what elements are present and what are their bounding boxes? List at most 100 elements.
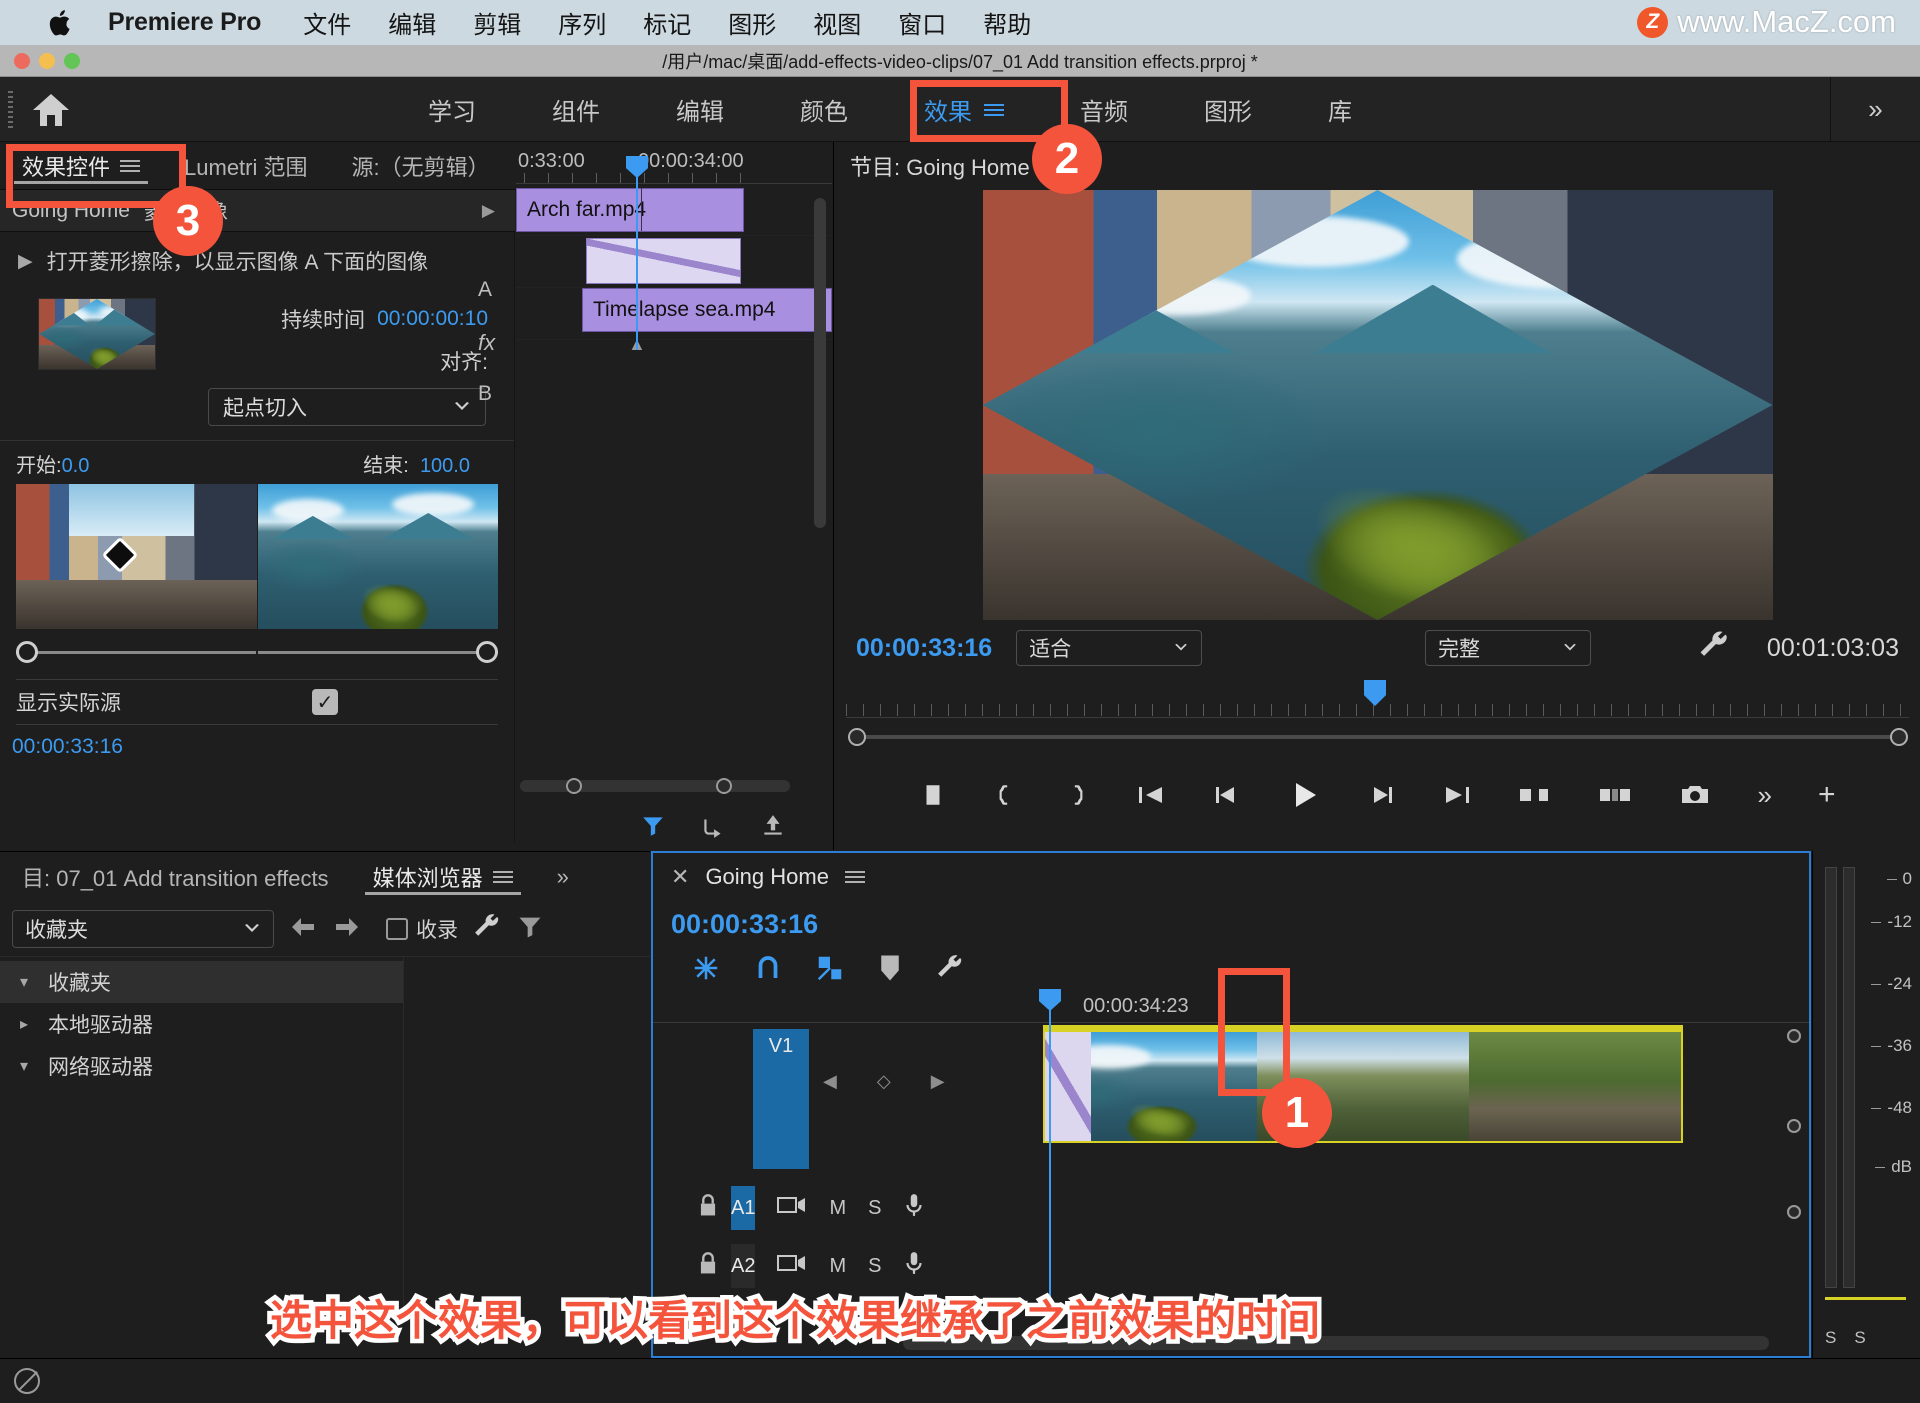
playback-resolution-select[interactable]: 完整 [1425,630,1591,666]
panel-grip-icon[interactable] [8,91,13,129]
media-browser-file-list[interactable] [404,957,650,1316]
meter-solo-left[interactable]: S [1825,1328,1836,1348]
close-icon[interactable]: ✕ [671,864,689,890]
workspace-tab-color[interactable]: 颜色 [762,77,886,142]
track-output-icon[interactable] [777,1252,807,1280]
settings-wrench-icon[interactable] [1697,629,1731,668]
extract-icon[interactable] [1598,781,1632,809]
apple-logo-icon[interactable] [48,8,74,38]
more-icon[interactable]: » [1758,780,1772,811]
show-actual-sources-row[interactable]: 显示实际源 ✓ [16,679,498,725]
mark-in-out-icon[interactable] [920,781,946,809]
prev-keyframe-icon[interactable]: ◀ [823,1071,837,1092]
program-monitor-tab-label[interactable]: 节目: Going Home [850,150,1030,182]
tab-project[interactable]: 目: 07_01 Add transition effects [0,853,351,901]
play-icon[interactable] [1288,779,1320,811]
snap-icon[interactable] [753,953,783,988]
tree-item-favorites[interactable]: ▾ 收藏夹 [0,961,403,1003]
tab-media-browser[interactable]: 媒体浏览器 [351,853,535,901]
ingest-checkbox[interactable] [386,918,408,940]
timeline-ruler[interactable]: 00:00:34:23 [653,993,1809,1023]
timeline-sequence-name[interactable]: Going Home [705,864,829,890]
workspace-overflow-button[interactable]: » [1830,77,1920,142]
hamburger-icon[interactable] [120,157,141,175]
hamburger-icon[interactable] [492,868,513,886]
menu-item-window[interactable]: 窗口 [898,5,946,40]
marker-icon[interactable] [877,953,903,988]
arrow-left-icon[interactable] [288,914,318,945]
align-select[interactable]: 起点切入 [208,388,486,426]
tree-item-local-drives[interactable]: ▸ 本地驱动器 [0,1003,403,1045]
linked-selection-icon[interactable] [815,953,845,988]
chevron-right-icon[interactable]: ▸ [20,1014,34,1034]
tab-source-monitor[interactable]: 源:（无剪辑） [330,142,512,190]
meter-solo-right[interactable]: S [1854,1328,1865,1348]
end-preview-thumbnail[interactable] [257,484,498,629]
hamburger-icon[interactable] [844,868,865,886]
menu-item-sequence[interactable]: 序列 [558,5,606,40]
filter-icon[interactable] [640,813,666,844]
lift-icon[interactable] [1518,781,1552,809]
track-solo-button[interactable]: S [868,1255,881,1278]
ingest-checkbox-group[interactable]: 收录 [386,914,458,944]
menu-item-help[interactable]: 帮助 [983,5,1031,40]
go-to-in-icon[interactable] [1136,781,1166,809]
tree-item-network-drives[interactable]: ▾ 网络驱动器 [0,1045,403,1087]
workspace-tab-effects[interactable]: 效果 [886,77,1042,142]
workspace-tab-assembly[interactable]: 组件 [514,77,638,142]
effect-controls-timecode[interactable]: 00:00:33:16 [0,725,514,759]
menu-item-file[interactable]: 文件 [303,5,351,40]
mini-transition-block[interactable] [586,238,741,284]
start-preview-thumbnail[interactable] [16,484,257,629]
lock-icon[interactable] [697,1251,719,1282]
menu-item-view[interactable]: 视图 [813,5,861,40]
duration-value[interactable]: 00:00:00:10 [377,307,488,331]
app-name[interactable]: Premiere Pro [108,8,261,37]
track-solo-button[interactable]: S [868,1197,881,1220]
workspace-tab-libraries[interactable]: 库 [1290,77,1390,142]
home-icon[interactable] [30,89,72,131]
timeline-video-clip[interactable] [1043,1025,1683,1143]
hamburger-icon[interactable] [984,101,1004,119]
track-output-icon[interactable] [777,1194,807,1222]
mini-timeline-horizontal-scrollbar[interactable] [520,778,790,794]
workspace-tab-editing[interactable]: 编辑 [638,77,762,142]
end-field[interactable]: 结束: 100.0 [363,449,470,478]
media-browser-overflow[interactable]: » [535,853,591,901]
track-header-v1[interactable]: V1 [753,1029,809,1169]
program-monitor-canvas[interactable] [834,190,1920,620]
track-header-a1[interactable]: A1 M S [653,1179,923,1237]
mini-playhead[interactable] [636,170,638,350]
plus-icon[interactable]: + [1818,778,1836,812]
start-slider[interactable] [16,635,256,669]
zoom-level-select[interactable]: 适合 [1016,630,1203,666]
disclosure-triangle-icon[interactable]: ▶ [18,250,33,273]
program-duration-timecode[interactable]: 00:01:03:03 [1767,634,1899,663]
workspace-tabs[interactable]: 学习 组件 编辑 颜色 效果 音频 图形 库 [390,77,1390,142]
filter-icon[interactable] [516,913,544,946]
slider-knob[interactable] [16,641,38,663]
timeline-transition-block[interactable] [1045,1032,1091,1141]
slider-knob[interactable] [476,641,498,663]
chevron-right-icon[interactable]: ▶ [482,201,495,221]
show-actual-sources-checkbox[interactable]: ✓ [312,689,338,715]
step-forward-icon[interactable] [1366,781,1396,809]
menu-item-edit[interactable]: 编辑 [388,5,436,40]
track-mute-button[interactable]: M [829,1197,846,1220]
mini-timeline-vertical-scrollbar[interactable] [814,198,826,528]
timeline-playhead-timecode[interactable]: 00:00:33:16 [671,909,818,940]
export-frame-icon[interactable] [760,813,786,844]
workspace-tab-graphics[interactable]: 图形 [1166,77,1290,142]
start-field[interactable]: 开始:0.0 [16,449,89,478]
mark-out-icon[interactable] [1064,781,1090,809]
camera-icon[interactable] [1678,780,1712,810]
lock-icon[interactable] [697,1193,719,1224]
end-slider[interactable] [258,635,498,669]
location-dropdown[interactable]: 收藏夹 [12,910,274,948]
mark-in-icon[interactable] [992,781,1018,809]
step-back-icon[interactable] [1212,781,1242,809]
program-current-timecode[interactable]: 00:00:33:16 [856,634,992,663]
timeline-clips-area[interactable] [903,1025,1767,1325]
nest-sequence-icon[interactable] [691,953,721,988]
chevron-down-icon[interactable]: ▾ [20,1056,34,1076]
